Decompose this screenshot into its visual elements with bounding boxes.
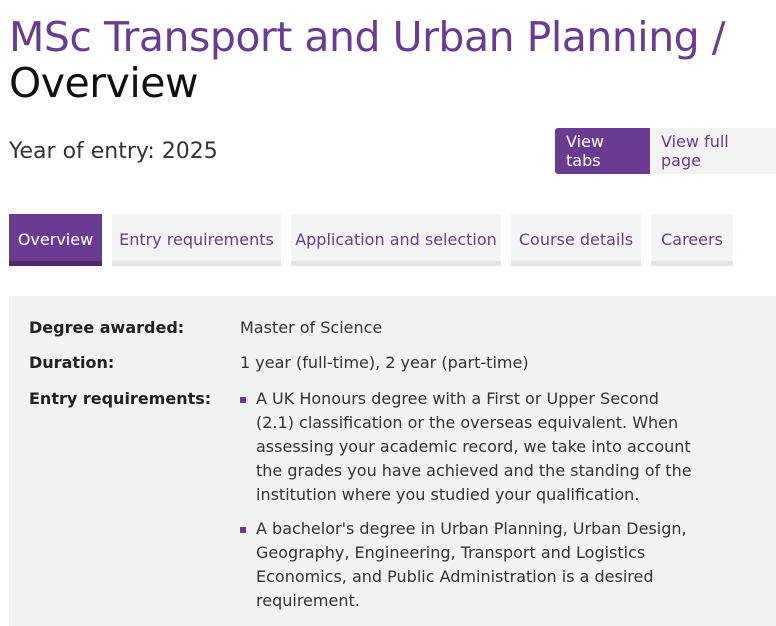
list-item-text: A UK Honours degree with a First or Uppe… — [256, 389, 692, 504]
year-of-entry: Year of entry: 2025 — [9, 139, 218, 164]
view-tabs-button[interactable]: View tabs — [555, 128, 650, 174]
degree-value: Master of Science — [240, 318, 383, 337]
entry-requirements-row: Entry requirements: A UK Honours degree … — [29, 387, 700, 623]
breadcrumb-course[interactable]: MSc Transport and Urban Planning / — [9, 14, 726, 60]
degree-row: Degree awarded: Master of Science — [29, 316, 382, 340]
section-tabs: Overview Entry requirements Application … — [9, 214, 733, 266]
course-summary-panel: Degree awarded: Master of Science Durati… — [9, 296, 776, 626]
tab-course-details[interactable]: Course details — [511, 214, 641, 266]
tab-careers[interactable]: Careers — [651, 214, 733, 266]
entry-requirements-list: A UK Honours degree with a First or Uppe… — [240, 387, 700, 623]
duration-row: Duration: 1 year (full-time), 2 year (pa… — [29, 351, 529, 375]
breadcrumb-current: Overview — [9, 59, 199, 107]
view-full-page-button[interactable]: View full page — [650, 128, 776, 174]
course-page: MSc Transport and Urban Planning / Overv… — [0, 0, 776, 626]
duration-value: 1 year (full-time), 2 year (part-time) — [240, 353, 529, 372]
entry-requirements-label: Entry requirements: — [29, 389, 212, 408]
list-item: A UK Honours degree with a First or Uppe… — [240, 387, 700, 507]
tab-overview[interactable]: Overview — [9, 214, 102, 266]
tab-application-and-selection[interactable]: Application and selection — [291, 214, 501, 266]
bullet-square-icon — [240, 527, 246, 533]
duration-label: Duration: — [29, 353, 115, 372]
list-item: A bachelor's degree in Urban Planning, U… — [240, 517, 700, 613]
list-item-text: A bachelor's degree in Urban Planning, U… — [256, 519, 687, 610]
degree-label: Degree awarded: — [29, 318, 185, 337]
page-title: MSc Transport and Urban Planning / Overv… — [9, 14, 726, 107]
view-toggle: View tabs View full page — [555, 128, 776, 174]
bullet-square-icon — [240, 397, 246, 403]
tab-entry-requirements[interactable]: Entry requirements — [112, 214, 281, 266]
